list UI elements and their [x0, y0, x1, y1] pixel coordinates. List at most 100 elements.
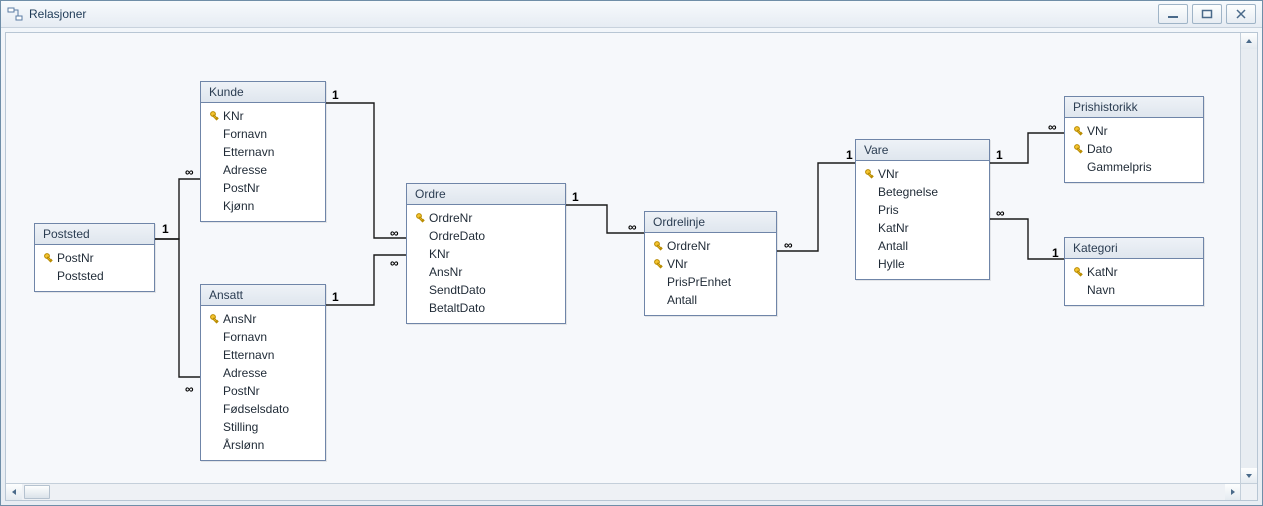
field-row[interactable]: Fødselsdato	[207, 400, 319, 418]
field-row[interactable]: OrdreNr	[413, 209, 559, 227]
scroll-down-button[interactable]	[1241, 468, 1257, 484]
field-row[interactable]: VNr	[651, 255, 770, 273]
cardinality-one: 1	[332, 290, 339, 304]
field-name: Etternavn	[223, 145, 274, 159]
vertical-scrollbar[interactable]	[1240, 33, 1257, 484]
field-row[interactable]: PostNr	[207, 382, 319, 400]
field-row[interactable]: KNr	[207, 107, 319, 125]
field-name: Antall	[667, 293, 697, 307]
primary-key-icon	[207, 313, 223, 325]
field-name: KNr	[429, 247, 450, 261]
field-name: SendtDato	[429, 283, 486, 297]
horizontal-scrollbar[interactable]	[6, 483, 1241, 500]
table-ordrelinje[interactable]: Ordrelinje OrdreNr VNr PrisPrEnhet Antall	[644, 211, 777, 316]
field-row[interactable]: PostNr	[41, 249, 148, 267]
field-name: Pris	[878, 203, 899, 217]
table-poststed[interactable]: Poststed PostNr Poststed	[34, 223, 155, 292]
table-title: Kategori	[1065, 238, 1203, 259]
field-row[interactable]: Adresse	[207, 364, 319, 382]
window-title: Relasjoner	[29, 7, 86, 21]
table-vare[interactable]: Vare VNrBetegnelsePrisKatNrAntallHylle	[855, 139, 990, 280]
field-name: OrdreNr	[429, 211, 472, 225]
field-row[interactable]: Fornavn	[207, 328, 319, 346]
field-name: PrisPrEnhet	[667, 275, 731, 289]
cardinality-many: ∞	[1048, 120, 1057, 134]
relationships-window: Relasjoner	[0, 0, 1263, 506]
scroll-up-button[interactable]	[1241, 33, 1257, 49]
scroll-right-button[interactable]	[1225, 484, 1241, 500]
primary-key-icon	[207, 110, 223, 122]
field-name: Navn	[1087, 283, 1115, 297]
field-row[interactable]: Betegnelse	[862, 183, 983, 201]
table-prishistorikk[interactable]: Prishistorikk VNrDatoGammelpris	[1064, 96, 1204, 183]
cardinality-many: ∞	[390, 256, 399, 270]
field-name: PostNr	[57, 251, 94, 265]
cardinality-many: ∞	[185, 382, 194, 396]
field-name: OrdreNr	[667, 239, 710, 253]
primary-key-icon	[1071, 125, 1087, 137]
scrollbar-corner	[1240, 483, 1257, 500]
field-row[interactable]: KatNr	[862, 219, 983, 237]
table-title: Ordrelinje	[645, 212, 776, 233]
field-name: Dato	[1087, 142, 1112, 156]
table-ordre[interactable]: Ordre OrdreNrOrdreDatoKNrAnsNrSendtDatoB…	[406, 183, 566, 324]
field-row[interactable]: AnsNr	[207, 310, 319, 328]
field-row[interactable]: BetaltDato	[413, 299, 559, 317]
field-row[interactable]: Hylle	[862, 255, 983, 273]
field-row[interactable]: Antall	[651, 291, 770, 309]
primary-key-icon	[41, 252, 57, 264]
table-kunde[interactable]: Kunde KNrFornavnEtternavnAdressePostNrKj…	[200, 81, 326, 222]
field-name: Stilling	[223, 420, 258, 434]
field-row[interactable]: Etternavn	[207, 143, 319, 161]
field-row[interactable]: Fornavn	[207, 125, 319, 143]
diagram-canvas[interactable]: 1 ∞ ∞ 1 1 ∞ ∞ 1 ∞ ∞ 1 1 ∞ ∞ 1 Poststed P…	[5, 32, 1258, 501]
cardinality-many: ∞	[784, 238, 793, 252]
field-row[interactable]: SendtDato	[413, 281, 559, 299]
field-row[interactable]: OrdreNr	[651, 237, 770, 255]
cardinality-one: 1	[1052, 246, 1059, 260]
field-row[interactable]: VNr	[862, 165, 983, 183]
field-row[interactable]: Årslønn	[207, 436, 319, 454]
field-name: VNr	[1087, 124, 1108, 138]
field-row[interactable]: Kjønn	[207, 197, 319, 215]
field-row[interactable]: PostNr	[207, 179, 319, 197]
cardinality-many: ∞	[996, 206, 1005, 220]
field-row[interactable]: Antall	[862, 237, 983, 255]
field-row[interactable]: OrdreDato	[413, 227, 559, 245]
field-row[interactable]: Navn	[1071, 281, 1197, 299]
field-row[interactable]: KNr	[413, 245, 559, 263]
field-name: AnsNr	[429, 265, 462, 279]
field-row[interactable]: Stilling	[207, 418, 319, 436]
scroll-left-button[interactable]	[6, 484, 22, 500]
field-name: Årslønn	[223, 438, 264, 452]
table-kategori[interactable]: Kategori KatNr Navn	[1064, 237, 1204, 306]
field-row[interactable]: VNr	[1071, 122, 1197, 140]
field-row[interactable]: AnsNr	[413, 263, 559, 281]
scroll-track[interactable]	[1241, 49, 1257, 468]
field-name: Fornavn	[223, 330, 267, 344]
field-row[interactable]: Etternavn	[207, 346, 319, 364]
maximize-button[interactable]	[1192, 4, 1222, 24]
field-name: VNr	[878, 167, 899, 181]
primary-key-icon	[651, 240, 667, 252]
field-name: Hylle	[878, 257, 905, 271]
field-row[interactable]: Pris	[862, 201, 983, 219]
table-title: Poststed	[35, 224, 154, 245]
field-row[interactable]: KatNr	[1071, 263, 1197, 281]
field-row[interactable]: Adresse	[207, 161, 319, 179]
field-name: AnsNr	[223, 312, 256, 326]
table-title: Ansatt	[201, 285, 325, 306]
scroll-thumb[interactable]	[24, 485, 50, 499]
field-row[interactable]: Poststed	[41, 267, 148, 285]
close-button[interactable]	[1226, 4, 1256, 24]
field-row[interactable]: Dato	[1071, 140, 1197, 158]
field-row[interactable]: Gammelpris	[1071, 158, 1197, 176]
primary-key-icon	[1071, 266, 1087, 278]
table-ansatt[interactable]: Ansatt AnsNr Fornavn EtternavnAdressePostN…	[200, 284, 326, 461]
minimize-button[interactable]	[1158, 4, 1188, 24]
field-name: Betegnelse	[878, 185, 938, 199]
field-row[interactable]: PrisPrEnhet	[651, 273, 770, 291]
cardinality-one: 1	[162, 222, 169, 236]
field-name: KatNr	[1087, 265, 1118, 279]
field-name: KNr	[223, 109, 244, 123]
